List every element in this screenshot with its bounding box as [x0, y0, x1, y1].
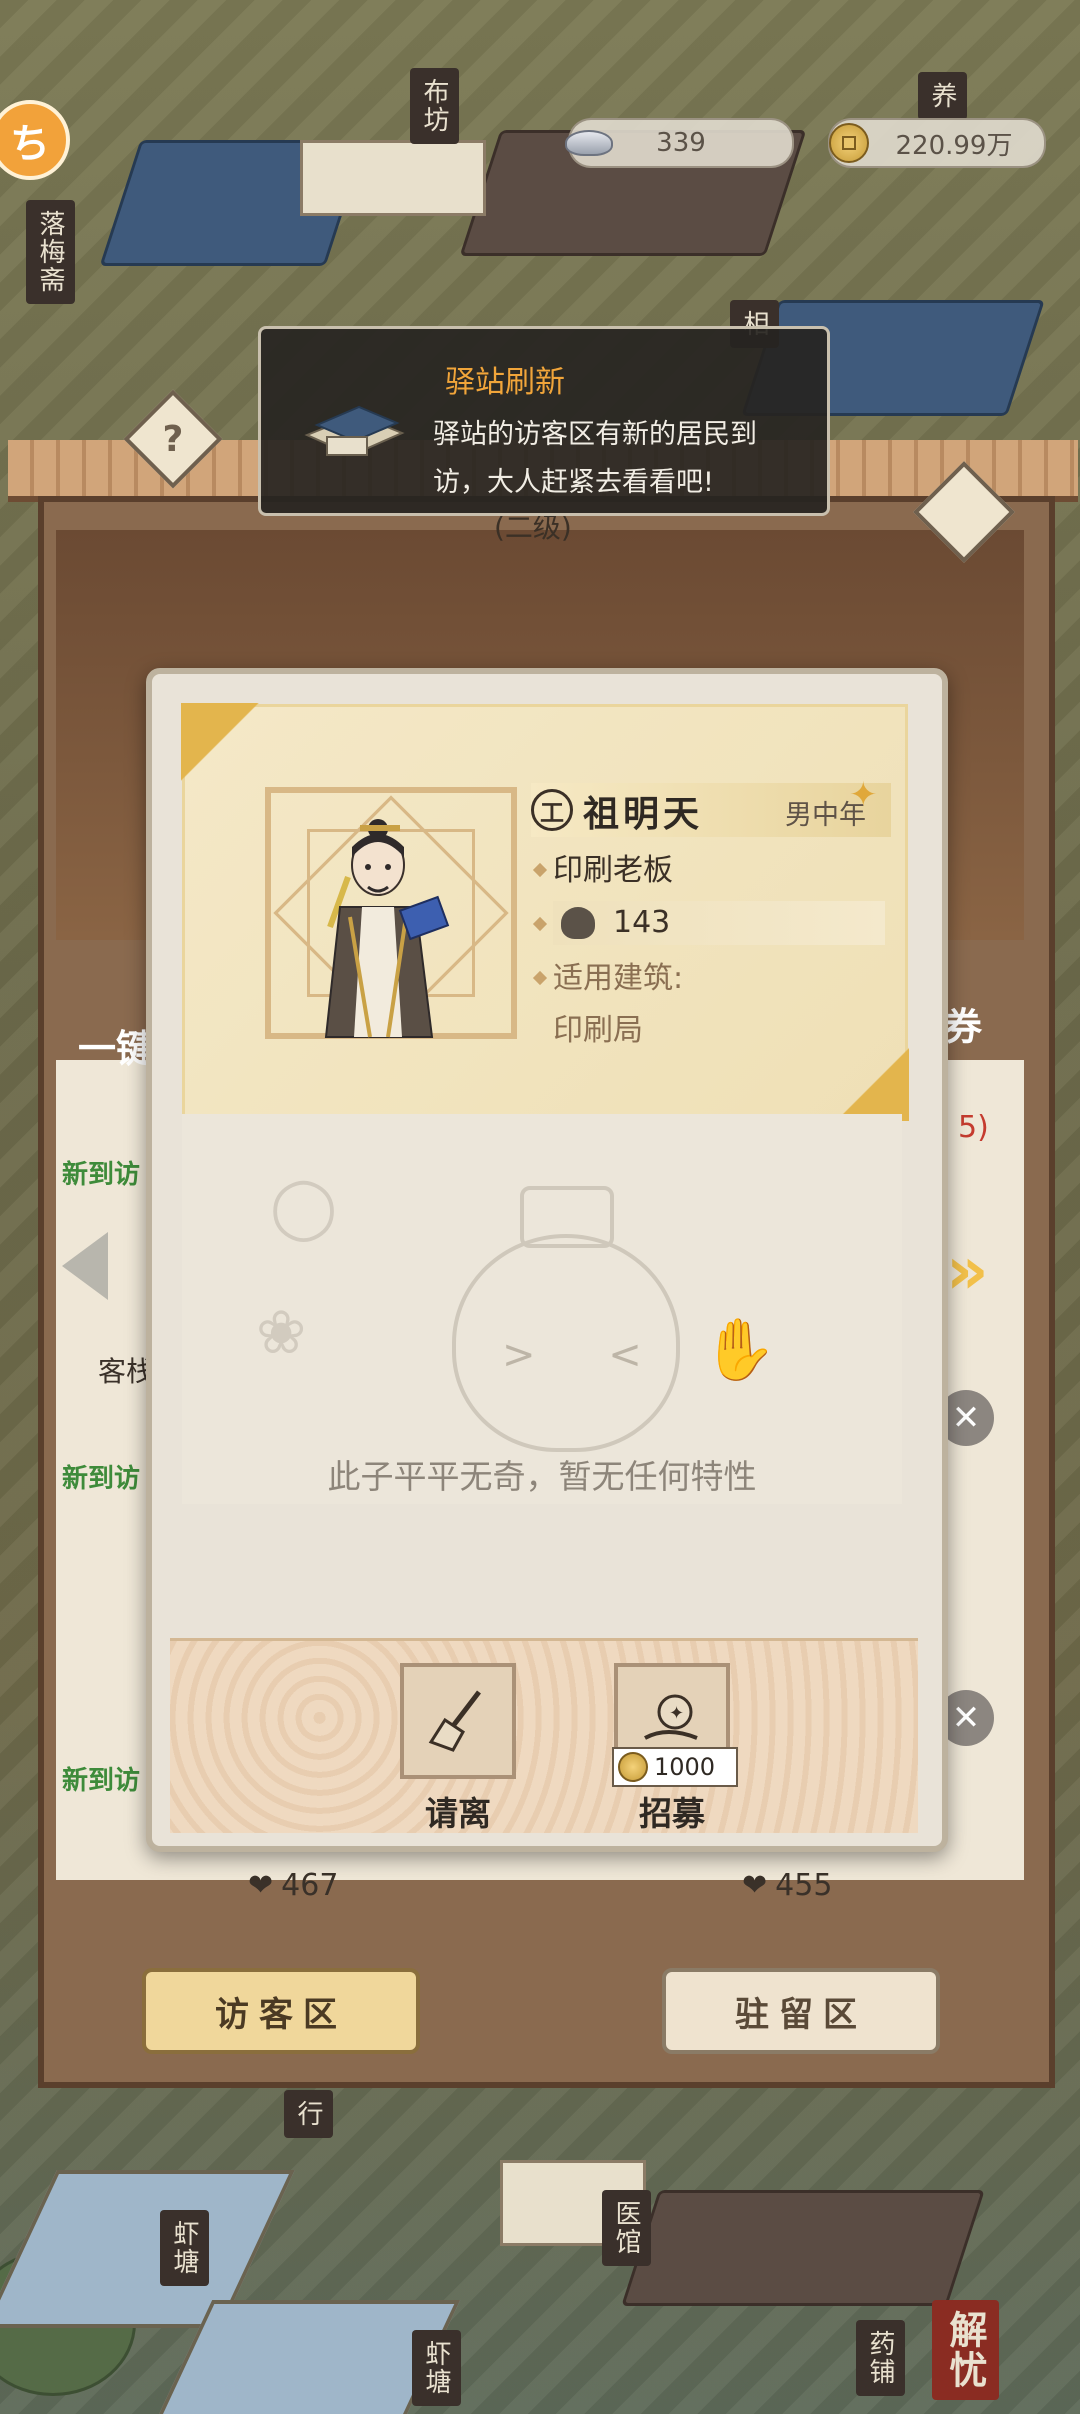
name-row: 工 祖明天 男中年 ✦: [531, 775, 891, 837]
recruit-icon: ✦ 1000: [612, 1663, 738, 1787]
station-illustration: [304, 405, 405, 457]
notification-title: 驿站刷新: [445, 365, 565, 400]
silver-value: 339: [656, 128, 706, 158]
charm-icon: ❤: [742, 1868, 768, 1903]
recruit-cost-value: 1000: [654, 1753, 716, 1781]
sparkle-icon: ✦: [849, 775, 878, 815]
recruit-button[interactable]: ✦ 1000 招募: [612, 1663, 738, 1833]
silver-counter[interactable]: 339: [565, 118, 794, 168]
visitor-charm: ❤ 455: [742, 1868, 833, 1903]
one-click-button[interactable]: 一键: [78, 1018, 154, 1073]
tab-visitor-area[interactable]: 访客区: [142, 1968, 420, 2054]
visitor-charm: ❤ 467: [248, 1868, 339, 1903]
avatar-icon: ち: [10, 121, 50, 167]
coupon-button[interactable]: 券: [944, 996, 982, 1051]
notification-message: 驿站的访客区有新的居民到访，大人赶紧去看看吧!: [433, 419, 757, 498]
building-label: 适用建筑:: [553, 961, 684, 996]
new-visitor-badge: 新到访: [62, 1766, 141, 1796]
refresh-notification[interactable]: 驿站刷新 驿站的访客区有新的居民到访，大人赶紧去看看吧!: [258, 326, 830, 516]
resident-name: 祖明天: [583, 794, 704, 835]
next-arrow-button[interactable]: »: [946, 1232, 989, 1309]
question-icon: ?: [162, 418, 184, 460]
bullet-icon: [532, 970, 548, 986]
coin-icon: [618, 1752, 648, 1782]
bullet-icon: [532, 862, 548, 878]
house-roof: [621, 2190, 985, 2306]
charm-bar: 143: [553, 901, 885, 945]
new-visitor-badge: 新到访: [62, 1464, 141, 1494]
action-bar: 请离 ✦ 1000 招募: [170, 1638, 918, 1833]
recruit-label: 招募: [639, 1794, 705, 1833]
dismiss-button[interactable]: 请离: [398, 1663, 518, 1833]
leaf-icon: ❀: [256, 1298, 307, 1368]
building-name: 印刷局: [553, 1013, 643, 1048]
resident-portrait: [324, 819, 450, 1038]
visitor-count: 5): [958, 1110, 989, 1145]
sign-xiatang-1[interactable]: 虾塘: [160, 2210, 209, 2286]
sign-luomei[interactable]: 落梅斋: [26, 200, 75, 304]
no-trait-text: 此子平平无奇，暂无任何特性: [327, 1457, 757, 1496]
gold-corner-decoration: [819, 1031, 909, 1121]
charm-value: 143: [613, 905, 671, 940]
thought-bubble-icon: ◯: [270, 1172, 338, 1242]
jieyou-button[interactable]: 解忧: [932, 2300, 999, 2400]
resident-occupation: 印刷老板: [553, 853, 673, 888]
svg-text:✦: ✦: [669, 1703, 684, 1724]
tab-resident-area[interactable]: 驻留区: [662, 1968, 940, 2054]
sign-hang[interactable]: 行: [284, 2090, 333, 2138]
copper-counter[interactable]: 220.99万: [828, 118, 1046, 168]
silver-ingot-icon: [562, 116, 616, 170]
copper-value: 220.99万: [895, 130, 1013, 161]
bullet-icon: [532, 916, 548, 932]
sign-yiguan[interactable]: 医馆: [602, 2190, 651, 2266]
resident-card: 工 祖明天 男中年 ✦ 印刷老板 143 适用建筑: 印刷局: [181, 703, 909, 1121]
squint-eyes: > <: [502, 1332, 672, 1378]
resident-detail-modal: 工 祖明天 男中年 ✦ 印刷老板 143 适用建筑: 印刷局 ◯ ❀ ✋ > <…: [146, 668, 948, 1852]
copper-coin-icon: [822, 116, 876, 170]
charm-icon: [561, 907, 595, 939]
gold-corner-decoration: [181, 703, 261, 783]
hand-icon: ✋: [702, 1315, 777, 1385]
prev-arrow-button[interactable]: [62, 1232, 108, 1300]
dismiss-label: 请离: [425, 1794, 491, 1833]
sign-yang[interactable]: 养: [918, 72, 967, 120]
charm-icon: ❤: [248, 1868, 274, 1903]
broom-icon: [400, 1663, 516, 1779]
sign-bufang[interactable]: 布坊: [410, 68, 459, 144]
house-wall: [300, 140, 486, 216]
sign-xiatang-2[interactable]: 虾塘: [412, 2330, 461, 2406]
craftsman-rank-icon: 工: [531, 789, 573, 831]
sign-yaopu[interactable]: 药铺: [856, 2320, 905, 2396]
trait-area: ◯ ❀ ✋ > < 此子平平无奇，暂无任何特性: [182, 1114, 902, 1504]
recruit-cost: 1000: [612, 1747, 738, 1787]
new-visitor-badge: 新到访: [62, 1160, 141, 1190]
